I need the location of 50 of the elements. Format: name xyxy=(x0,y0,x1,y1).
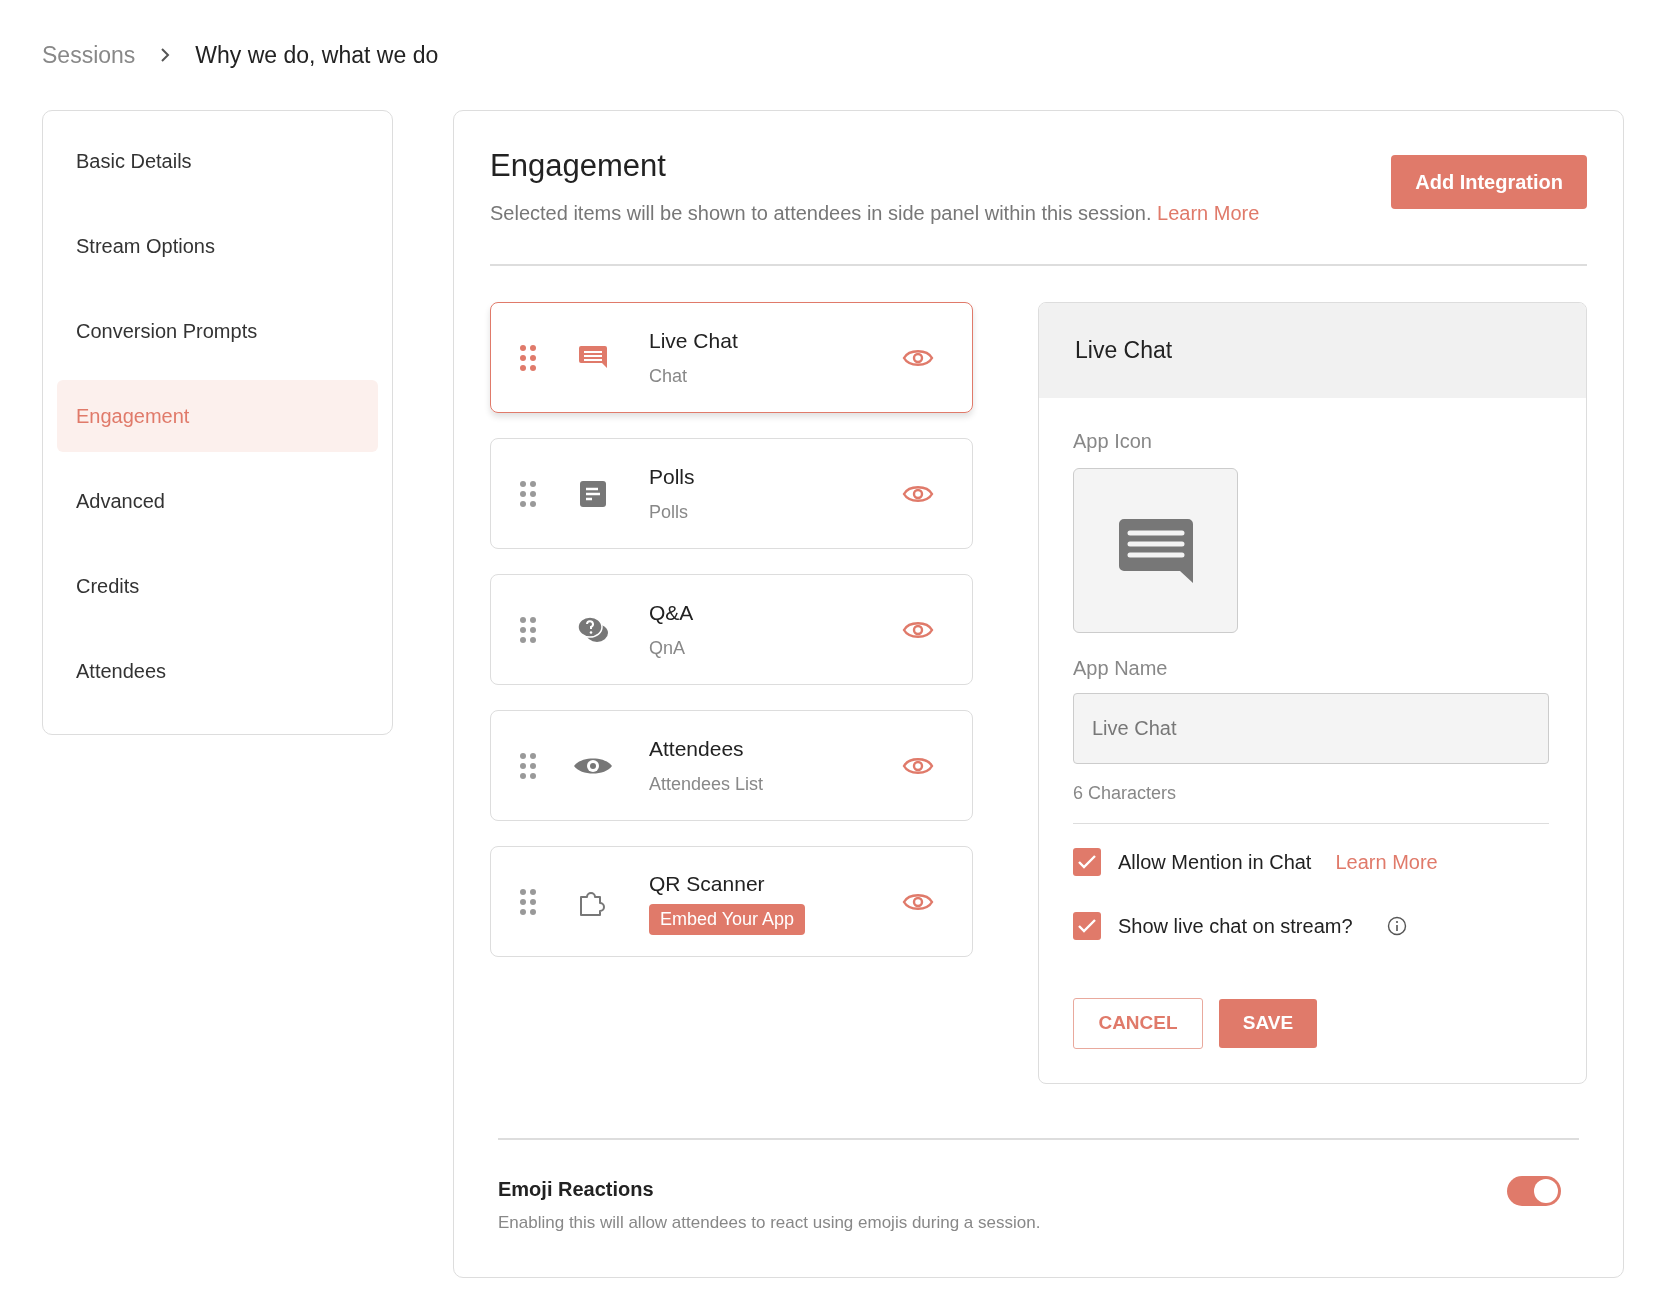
checkbox[interactable] xyxy=(1073,848,1101,877)
app-card[interactable]: Q&A QnA xyxy=(490,574,973,686)
sidebar-item[interactable]: Attendees xyxy=(57,635,378,707)
app-name: Q&A xyxy=(649,600,695,627)
app-name-input[interactable]: Live Chat xyxy=(1073,693,1549,765)
toggle-switch[interactable] xyxy=(1507,1176,1561,1207)
app-subtitle: Attendees List xyxy=(649,772,765,796)
question-bubbles-icon xyxy=(577,614,609,645)
app-subtitle: QnA xyxy=(649,636,687,660)
panel-title: Live Chat xyxy=(1039,303,1586,399)
app-name: Attendees xyxy=(649,736,745,763)
checkmark-icon xyxy=(1077,918,1097,935)
emoji-reactions-title: Emoji Reactions xyxy=(498,1177,655,1203)
app-card[interactable]: QR Scanner Embed Your App xyxy=(490,846,973,958)
checkbox-label: Show live chat on stream? xyxy=(1118,914,1353,940)
drag-handle-icon[interactable] xyxy=(519,343,537,372)
drag-handle-icon[interactable] xyxy=(519,751,537,780)
app-subtitle: Polls xyxy=(649,500,689,524)
breadcrumb-link[interactable]: Sessions xyxy=(42,37,136,73)
section-description: Selected items will be shown to attendees in side panel within this session. Learn More xyxy=(490,201,1260,227)
character-count: 6 Characters xyxy=(1073,782,1178,806)
sidebar-item[interactable]: Credits xyxy=(57,550,378,622)
app-subtitle: Chat xyxy=(649,364,689,388)
app-card[interactable]: Attendees Attendees List xyxy=(490,710,973,822)
info-icon[interactable] xyxy=(1386,916,1407,937)
drag-handle-icon[interactable] xyxy=(519,887,537,916)
sidebar-item[interactable]: Conversion Prompts xyxy=(57,295,378,367)
checkbox[interactable] xyxy=(1073,912,1101,941)
app-card[interactable]: Live Chat Chat xyxy=(490,302,973,414)
emoji-reactions-description: Enabling this will allow attendees to react using emojis during a session. xyxy=(498,1212,1041,1235)
drag-handle-icon[interactable] xyxy=(519,479,537,508)
checkmark-icon xyxy=(1077,854,1097,871)
embed-badge: Embed Your App xyxy=(649,903,806,935)
sidebar-item[interactable]: Advanced xyxy=(57,465,378,537)
sidebar-item[interactable]: Stream Options xyxy=(57,210,378,282)
document-icon xyxy=(579,479,607,508)
chevron-icon xyxy=(159,47,172,63)
app-name: Live Chat xyxy=(649,328,739,355)
sidebar-item[interactable]: Basic Details xyxy=(57,125,378,197)
field-label: App Name xyxy=(1073,656,1169,682)
app-icon-picker[interactable] xyxy=(1073,468,1238,634)
app-card[interactable]: Polls Polls xyxy=(490,438,973,550)
breadcrumb-current: Why we do, what we do xyxy=(195,40,439,70)
drag-handle-icon[interactable] xyxy=(519,615,537,644)
checkbox-label: Allow Mention in Chat xyxy=(1118,850,1312,876)
section-title: Engagement xyxy=(490,147,667,185)
field-label: App Icon xyxy=(1073,429,1153,455)
app-name: Polls xyxy=(649,464,696,491)
app-name: QR Scanner xyxy=(649,871,766,898)
chat-bubble-icon xyxy=(1117,517,1194,584)
